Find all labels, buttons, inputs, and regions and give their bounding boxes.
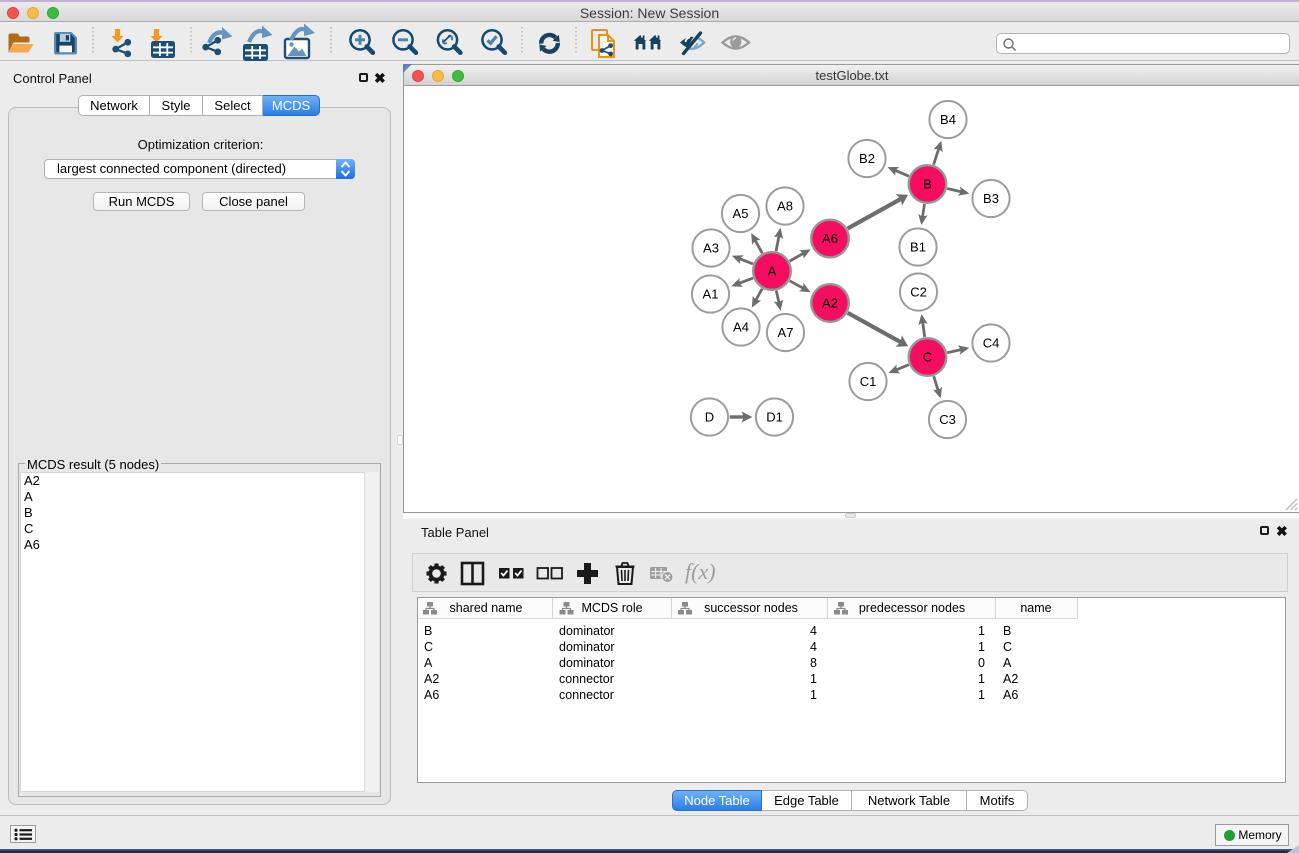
svg-text:D1: D1: [766, 410, 783, 425]
svg-text:A1: A1: [703, 287, 719, 302]
svg-text:A5: A5: [733, 206, 749, 221]
svg-text:D: D: [705, 410, 714, 425]
svg-text:C1: C1: [860, 374, 877, 389]
svg-text:B4: B4: [940, 112, 956, 127]
svg-text:A4: A4: [733, 320, 749, 335]
svg-text:B3: B3: [983, 191, 999, 206]
svg-text:A6: A6: [822, 231, 838, 246]
svg-text:B1: B1: [910, 240, 926, 255]
svg-text:C3: C3: [939, 412, 956, 427]
svg-text:C: C: [923, 350, 932, 365]
svg-text:A7: A7: [778, 325, 794, 340]
svg-text:A3: A3: [703, 241, 719, 256]
svg-text:B2: B2: [859, 151, 875, 166]
svg-text:C2: C2: [910, 285, 927, 300]
svg-text:A: A: [768, 264, 777, 279]
svg-text:B: B: [923, 177, 932, 192]
svg-text:C4: C4: [983, 336, 1000, 351]
svg-text:A8: A8: [777, 199, 793, 214]
svg-text:A2: A2: [822, 296, 838, 311]
